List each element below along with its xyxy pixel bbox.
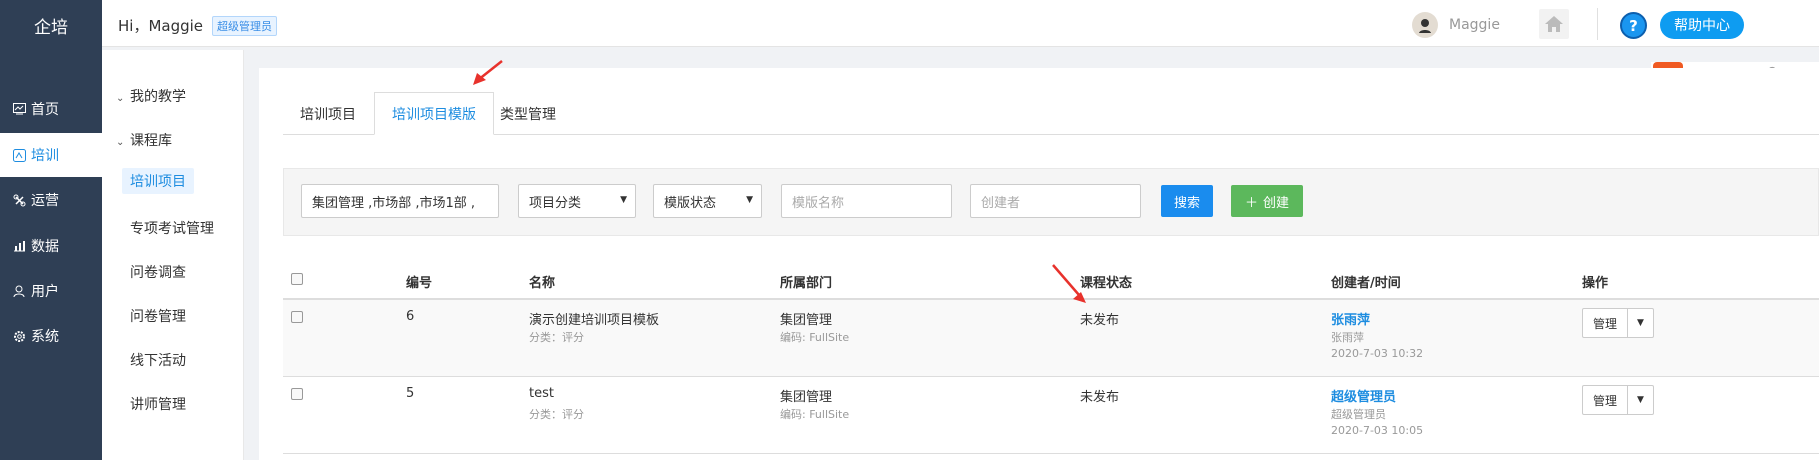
- sidebar-item-label: 用户: [31, 284, 59, 300]
- row-time: 2020-7-03 10:32: [1331, 347, 1424, 360]
- row-id: 5: [406, 386, 415, 401]
- row-code: 编码: FullSite: [780, 408, 850, 421]
- department-input[interactable]: 集团管理 ,市场部 ,市场1部 ,: [301, 184, 499, 218]
- subnav-group-course-library[interactable]: ⌄ 课程库: [116, 130, 172, 150]
- sub-navigation: ⌄ 我的教学 ⌄ 课程库 培训项目 专项考试管理 问卷调查 问卷管理 线下活动 讲师…: [102, 50, 244, 460]
- row-checkbox[interactable]: [291, 388, 303, 400]
- column-header-actions: 操作: [1582, 276, 1609, 291]
- sidebar-item-label: 系统: [31, 329, 59, 345]
- row-code: 编码: FullSite: [780, 331, 850, 344]
- category-select[interactable]: 项目分类: [518, 184, 636, 218]
- row-creator-link[interactable]: 张雨萍: [1331, 309, 1370, 328]
- column-header-id: 编号: [406, 276, 433, 291]
- row-creator-sub: 超级管理员: [1331, 408, 1386, 421]
- row-time: 2020-7-03 10:05: [1331, 424, 1424, 437]
- manage-button[interactable]: 管理: [1582, 308, 1629, 338]
- user-icon: [12, 284, 26, 298]
- select-all-checkbox[interactable]: [291, 273, 303, 285]
- sidebar-item-operations[interactable]: 运营: [0, 178, 102, 222]
- sidebar-item-users[interactable]: 用户: [0, 269, 102, 313]
- row-status: 未发布: [1080, 313, 1120, 328]
- row-department: 集团管理: [780, 390, 833, 405]
- gear-icon: [12, 329, 26, 343]
- template-name-input[interactable]: 模版名称: [781, 184, 952, 218]
- plus-icon: ＋: [1245, 195, 1259, 211]
- column-header-department: 所属部门: [780, 276, 833, 291]
- tab-training-template[interactable]: 培训项目模版: [374, 92, 494, 135]
- chevron-down-icon: ⌄: [116, 93, 125, 104]
- column-header-name: 名称: [529, 276, 556, 291]
- sidebar-item-label: 数据: [31, 239, 59, 255]
- sidebar: 首页 培训 运营 数据 用户 系统: [0, 50, 102, 460]
- sidebar-item-data[interactable]: 数据: [0, 224, 102, 268]
- main-panel: 培训项目 培训项目模版 类型管理 集团管理 ,市场部 ,市场1部 , 项目分类 …: [259, 68, 1819, 460]
- sidebar-item-label: 培训: [31, 148, 59, 164]
- row-checkbox[interactable]: [291, 311, 303, 323]
- annotation-arrow-icon: [1052, 264, 1086, 303]
- caret-down-icon[interactable]: ▼: [1628, 308, 1655, 338]
- subnav-item-offline-activity[interactable]: 线下活动: [130, 350, 186, 370]
- user-name[interactable]: Maggie: [1449, 17, 1500, 33]
- tab-type-management[interactable]: 类型管理: [483, 92, 573, 135]
- help-center-button[interactable]: 帮助中心: [1660, 11, 1744, 39]
- tab-training-project[interactable]: 培训项目: [283, 92, 373, 135]
- chevron-down-icon: ⌄: [116, 137, 125, 148]
- help-question-icon[interactable]: ?: [1620, 12, 1647, 39]
- training-icon: [12, 148, 26, 162]
- column-header-creator: 创建者/时间: [1331, 276, 1401, 291]
- row-category: 分类：评分: [529, 331, 584, 344]
- subnav-item-training-project[interactable]: 培训项目: [122, 168, 194, 194]
- row-name[interactable]: test: [529, 386, 554, 401]
- dashboard-icon: [12, 102, 26, 116]
- sidebar-item-home[interactable]: 首页: [0, 87, 102, 131]
- operations-icon: [12, 193, 26, 207]
- caret-down-icon[interactable]: ▼: [1628, 385, 1655, 415]
- table-row: 6 演示创建培训项目模板 分类：评分 集团管理 编码: FullSite 未发布…: [283, 300, 1819, 377]
- row-name[interactable]: 演示创建培训项目模板: [529, 309, 659, 328]
- row-creator-sub: 张雨萍: [1331, 331, 1364, 344]
- row-category: 分类：评分: [529, 408, 584, 421]
- row-id: 6: [406, 309, 415, 324]
- header-divider: [1597, 8, 1598, 40]
- annotation-arrow-icon: [473, 60, 503, 85]
- status-select[interactable]: 模版状态: [653, 184, 762, 218]
- table-row: 5 test 分类：评分 集团管理 编码: FullSite 未发布 超级管理员…: [283, 377, 1819, 454]
- sidebar-item-label: 运营: [31, 193, 59, 209]
- subnav-item-lecturer[interactable]: 讲师管理: [130, 394, 186, 414]
- filter-bar: 集团管理 ,市场部 ,市场1部 , 项目分类 模版状态 模版名称 创建者 搜索 …: [283, 168, 1819, 236]
- row-status: 未发布: [1080, 390, 1120, 405]
- chart-icon: [12, 239, 26, 253]
- tab-bar: 培训项目 培训项目模版 类型管理: [283, 92, 1819, 135]
- subnav-item-questionnaire[interactable]: 问卷管理: [130, 306, 186, 326]
- sidebar-item-label: 首页: [31, 102, 59, 118]
- row-action-group: 管理 ▼: [1582, 385, 1655, 415]
- sidebar-item-training[interactable]: 培训: [0, 133, 102, 177]
- home-icon: [1545, 16, 1563, 32]
- row-department: 集团管理: [780, 313, 833, 328]
- top-bar: Hi，Maggie 超级管理员 Maggie ? 帮助中心: [0, 0, 1819, 47]
- manage-button[interactable]: 管理: [1582, 385, 1629, 415]
- subnav-item-exam-management[interactable]: 专项考试管理: [130, 218, 214, 238]
- app-logo: 企培: [0, 0, 102, 50]
- subnav-item-survey[interactable]: 问卷调查: [130, 262, 186, 282]
- row-creator-link[interactable]: 超级管理员: [1331, 386, 1396, 405]
- creator-input[interactable]: 创建者: [970, 184, 1141, 218]
- sidebar-item-system[interactable]: 系统: [0, 314, 102, 358]
- home-button[interactable]: [1539, 9, 1569, 39]
- avatar-icon: [1419, 19, 1431, 33]
- row-action-group: 管理 ▼: [1582, 308, 1655, 338]
- greeting: Hi，Maggie: [118, 17, 204, 35]
- subnav-group-my-teaching[interactable]: ⌄ 我的教学: [116, 86, 186, 106]
- search-button[interactable]: 搜索: [1161, 185, 1214, 217]
- role-badge: 超级管理员: [212, 16, 277, 36]
- create-button[interactable]: ＋创建: [1231, 185, 1304, 217]
- avatar[interactable]: [1412, 12, 1438, 38]
